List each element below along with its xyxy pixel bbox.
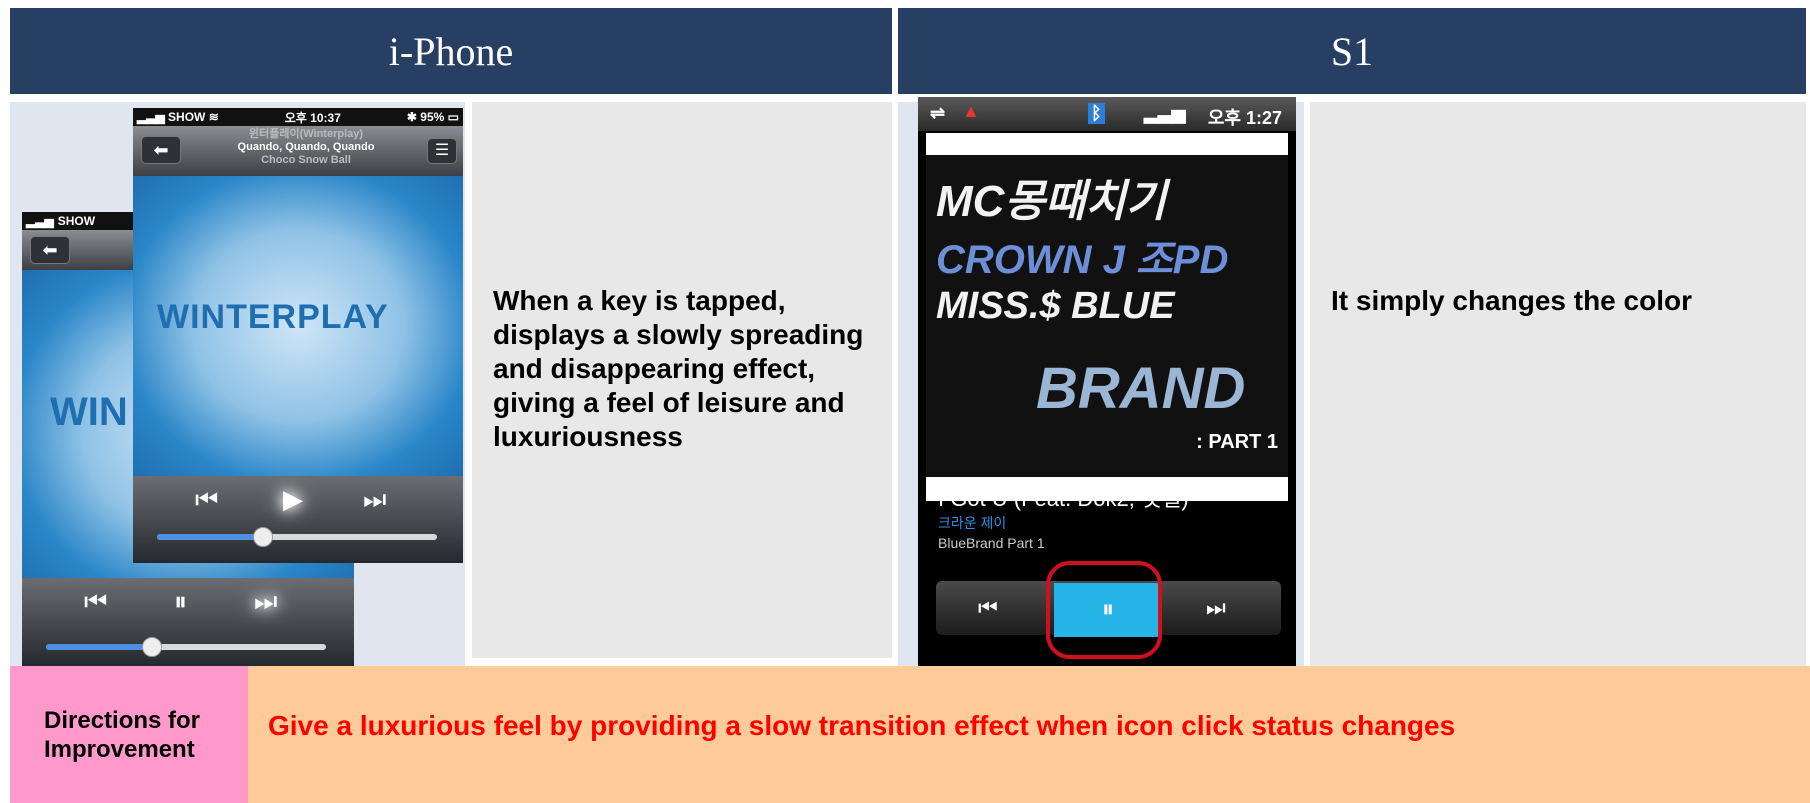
slider-knob[interactable] bbox=[142, 637, 162, 657]
improvement-label-cell: Directions for Improvement bbox=[10, 666, 248, 803]
next-track-icon[interactable]: ⏭ bbox=[254, 586, 277, 618]
track-line: Quando, Quando, Quando bbox=[237, 141, 375, 153]
previous-track-icon[interactable]: ⏮ bbox=[195, 484, 218, 516]
s1-column-header: S1 bbox=[898, 8, 1806, 94]
previous-track-icon[interactable]: ⏮ bbox=[84, 586, 107, 618]
album-art: WINTERPLAY bbox=[133, 176, 463, 476]
playback-controls: ⏮ ▶ ⏭ bbox=[133, 476, 463, 563]
usb-icon: ⇌ bbox=[930, 103, 946, 123]
status-bar: ▂▃▅ SHOW ≋ 오후 10:37 ✱ 95% ▭ bbox=[133, 108, 463, 126]
back-arrow-icon[interactable]: ⬅ bbox=[141, 136, 181, 164]
warning-icon: ▲ bbox=[962, 101, 980, 121]
artist-line: 윈터플레이(Winterplay) bbox=[248, 128, 364, 140]
album-art: MC몽때치기 CROWN J 조PD MISS.$ BLUE BRAND : P… bbox=[926, 133, 1288, 501]
status-bar: ⇌ ▲ ᛒ ▂▃▅ 오후 1:27 bbox=[918, 97, 1296, 131]
s1-description: It simply changes the color bbox=[1331, 285, 1692, 316]
s1-header-label: S1 bbox=[1330, 28, 1374, 74]
previous-track-icon[interactable]: ⏮ bbox=[978, 595, 998, 621]
album-art-line-3: MISS.$ BLUE bbox=[936, 285, 1175, 327]
progress-fill bbox=[46, 644, 147, 650]
wifi-icon: ≋ bbox=[208, 110, 219, 124]
bluetooth-icon: ✱ bbox=[406, 110, 417, 124]
pause-icon[interactable]: ⏸ bbox=[174, 586, 187, 618]
battery-percent: 95% bbox=[420, 110, 445, 124]
progress-slider[interactable] bbox=[46, 637, 326, 657]
album-art-line-2: CROWN J 조PD bbox=[936, 238, 1229, 282]
now-playing-bar: ⬅ 윈터플레이(Winterplay) Quando, Quando, Quan… bbox=[133, 126, 463, 176]
progress-slider[interactable] bbox=[157, 527, 437, 547]
signal-icon: ▂▃▅ bbox=[137, 110, 165, 124]
next-track-icon[interactable]: ⏭ bbox=[363, 484, 386, 516]
album-line: Choco Snow Ball bbox=[261, 154, 351, 166]
signal-icon: ▂▃▅ bbox=[26, 214, 54, 228]
song-artist: 크라운 제이 bbox=[938, 515, 1007, 531]
iphone-column-header: i-Phone bbox=[10, 8, 892, 94]
clock: 오후 1:27 bbox=[1207, 108, 1282, 128]
playback-controls: ⏮ ⏸ ⏭ bbox=[22, 578, 354, 666]
song-album: BlueBrand Part 1 bbox=[938, 535, 1045, 551]
play-icon[interactable]: ▶ bbox=[283, 484, 303, 515]
improvement-label: Directions for Improvement bbox=[44, 706, 201, 763]
album-art-image: MC몽때치기 CROWN J 조PD MISS.$ BLUE BRAND : P… bbox=[926, 155, 1288, 477]
progress-fill bbox=[157, 534, 258, 540]
s1-description-panel bbox=[1310, 102, 1806, 666]
song-title: I Got U (Feat. Dok2, 샛별) bbox=[938, 486, 1189, 511]
iphone-description: When a key is tapped, displays a slowly … bbox=[493, 285, 864, 452]
track-list-icon[interactable]: ☰ bbox=[427, 138, 457, 164]
carrier-label: SHOW bbox=[57, 214, 96, 228]
album-art-line-4: BRAND bbox=[1036, 356, 1246, 421]
album-art-title: WINTERPLAY bbox=[157, 298, 389, 336]
improvement-text: Give a luxurious feel by providing a slo… bbox=[268, 710, 1456, 741]
slider-knob[interactable] bbox=[253, 527, 273, 547]
iphone-front-screenshot: ▂▃▅ SHOW ≋ 오후 10:37 ✱ 95% ▭ ⬅ 윈터플레이(Wint… bbox=[133, 108, 463, 563]
album-art-title: WIN bbox=[50, 390, 128, 434]
album-art-line-1: MC몽때치기 bbox=[936, 177, 1167, 226]
bluetooth-icon: ᛒ bbox=[1088, 103, 1105, 124]
next-track-icon[interactable]: ⏭ bbox=[1206, 595, 1226, 621]
improvement-text-cell: Give a luxurious feel by providing a slo… bbox=[248, 666, 1810, 803]
carrier-label: SHOW bbox=[168, 110, 206, 124]
album-art-part: : PART 1 bbox=[1196, 431, 1278, 453]
back-arrow-icon[interactable]: ⬅ bbox=[30, 236, 70, 264]
battery-icon: ▭ bbox=[447, 110, 459, 124]
iphone-header-label: i-Phone bbox=[388, 28, 514, 74]
signal-icon: ▂▃▅ bbox=[1144, 103, 1186, 123]
now-playing-info: 윈터플레이(Winterplay) Quando, Quando, Quando… bbox=[193, 128, 419, 167]
clock: 오후 10:37 bbox=[284, 110, 341, 125]
s1-screenshot: ⇌ ▲ ᛒ ▂▃▅ 오후 1:27 MC몽때치기 CROWN J 조PD MIS… bbox=[918, 97, 1296, 666]
pause-highlight-ring bbox=[1046, 561, 1162, 659]
